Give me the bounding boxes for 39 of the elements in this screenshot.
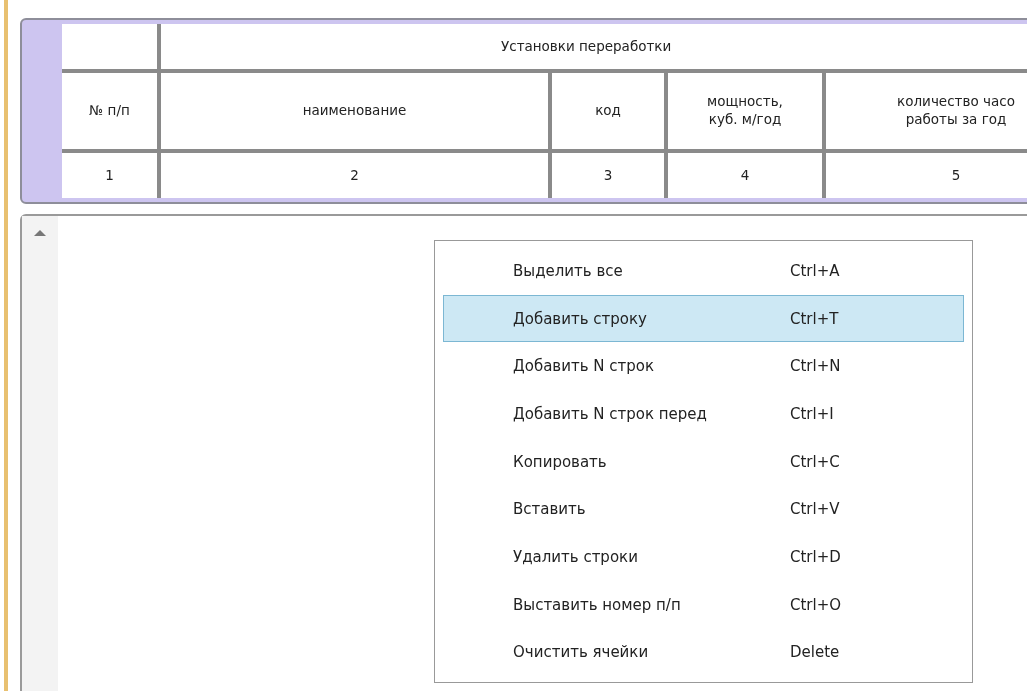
group-header: Установки переработки — [161, 24, 1027, 69]
scroll-up-icon[interactable] — [34, 230, 46, 236]
menu-item-label: Добавить N строк перед — [513, 404, 708, 423]
column-header[interactable]: количество часо работы за год — [826, 73, 1027, 149]
menu-item[interactable]: Выставить номер п/п Ctrl+O — [443, 580, 964, 629]
menu-item[interactable]: Вставить Ctrl+V — [443, 485, 964, 534]
column-number: 3 — [552, 153, 664, 198]
menu-item[interactable]: Копировать Ctrl+C — [443, 437, 964, 486]
shortcut-label: Ctrl+A — [790, 261, 841, 280]
shortcut-label: Ctrl+C — [790, 452, 841, 471]
menu-item-label: Вставить — [513, 500, 587, 519]
menu-item-label: Очистить ячейки — [513, 643, 650, 662]
menu-item[interactable]: Добавить N строк перед Ctrl+I — [443, 390, 964, 438]
menu-item[interactable]: Удалить строки Ctrl+D — [443, 533, 964, 581]
column-number: 5 — [826, 153, 1027, 198]
menu-item-label: Удалить строки — [513, 547, 639, 566]
menu-item[interactable]: Выделить все Ctrl+A — [443, 247, 964, 295]
column-number: 1 — [62, 153, 157, 198]
column-number: 4 — [668, 153, 822, 198]
menu-item-label: Выставить номер п/п — [513, 595, 682, 614]
column-number: 2 — [161, 153, 548, 198]
menu-item-label: Добавить N строк — [513, 357, 655, 376]
shortcut-label: Ctrl+N — [790, 357, 842, 376]
shortcut-label: Ctrl+O — [790, 595, 843, 614]
column-header[interactable]: код — [552, 73, 664, 149]
menu-item-label: Копировать — [513, 452, 608, 471]
menu-item[interactable]: Добавить N строк Ctrl+N — [443, 342, 964, 390]
column-header[interactable]: № п/п — [62, 73, 157, 149]
menu-item[interactable]: Добавить строку Ctrl+T — [443, 294, 964, 343]
shortcut-label: Ctrl+T — [790, 309, 840, 328]
shortcut-label: Ctrl+D — [790, 547, 842, 566]
menu-item[interactable]: Очистить ячейки Delete — [443, 628, 964, 677]
shortcut-label: Ctrl+V — [790, 500, 841, 519]
shortcut-label: Ctrl+I — [790, 404, 835, 423]
menu-item-label: Выделить все — [513, 261, 624, 280]
column-header[interactable]: мощность, куб. м/год — [668, 73, 822, 149]
column-header[interactable]: наименование — [161, 73, 548, 149]
menu-item-label: Добавить строку — [513, 309, 648, 328]
shortcut-label: Delete — [790, 643, 841, 662]
